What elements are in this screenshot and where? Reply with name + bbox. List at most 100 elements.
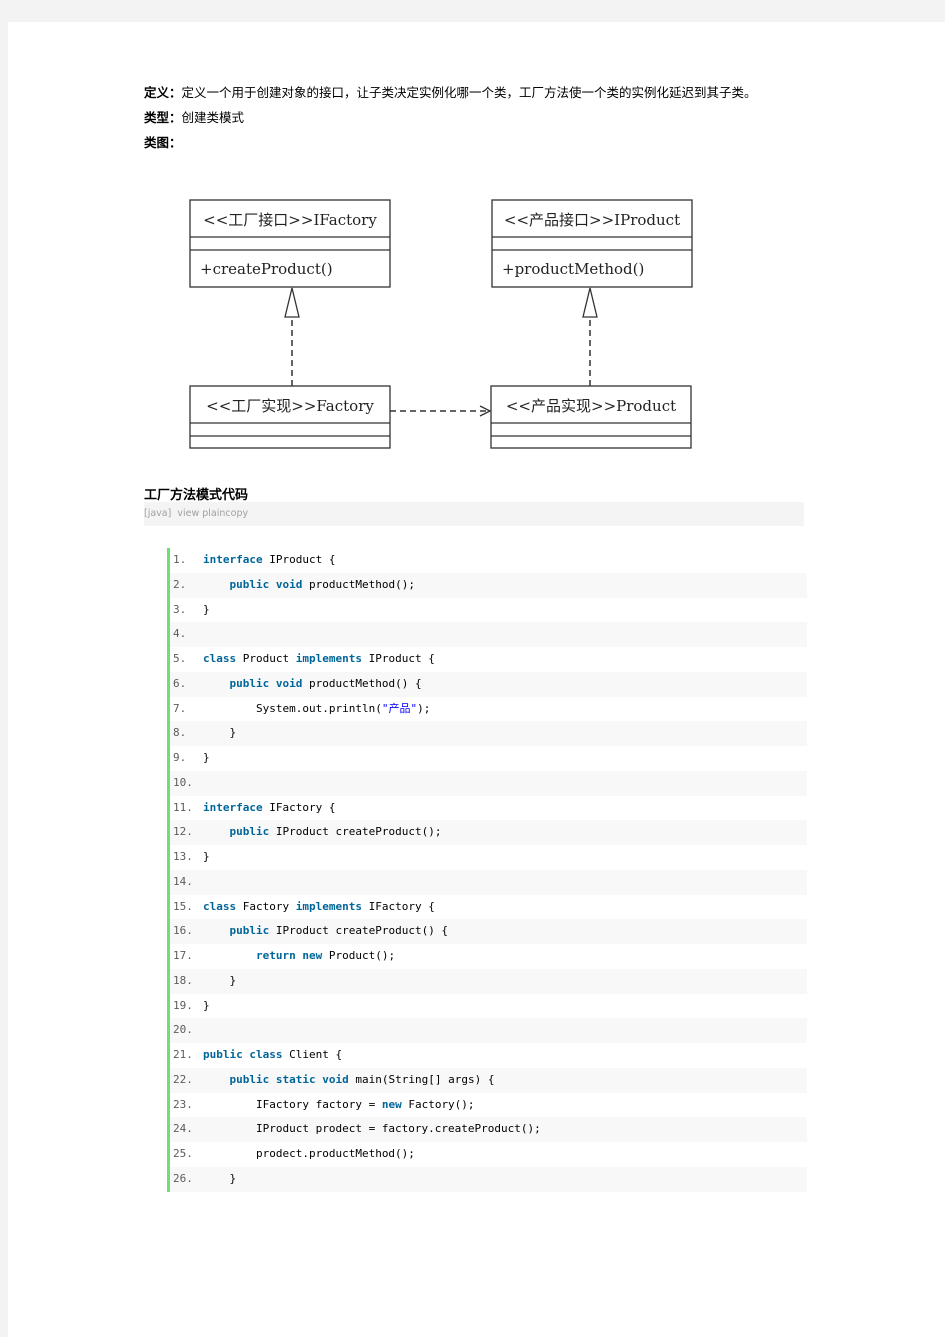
line-number: 1.	[173, 553, 187, 566]
line-number: 2.	[173, 577, 187, 591]
code-text: IFactory factory =	[255, 1097, 382, 1111]
code-keyword: static	[275, 1072, 316, 1086]
code-line: 25. prodect.productMethod();	[170, 1142, 807, 1167]
code-line: 7. System.out.println("产品");	[170, 697, 807, 722]
code-line: 20.	[170, 1018, 807, 1043]
code-line: 10.	[170, 770, 807, 796]
line-number: 26.	[173, 1171, 193, 1185]
code-text: Factory();	[401, 1097, 475, 1111]
code-line: 12. public IProduct createProduct();	[170, 820, 807, 845]
code-line: 23. IFactory factory = new Factory();	[170, 1093, 807, 1118]
line-number: 19.	[173, 998, 193, 1012]
class-title-factory: <<工厂实现>>Factory	[206, 397, 374, 415]
definition-label: 定义：	[144, 85, 182, 100]
code-keyword: implements	[295, 899, 362, 913]
code-text: IProduct {	[361, 652, 435, 665]
class-title-product: <<产品实现>>Product	[506, 397, 676, 415]
code-text: main(String[] args) {	[348, 1072, 495, 1086]
line-number: 8.	[173, 726, 187, 740]
line-number: 6.	[173, 676, 187, 690]
code-text: }	[203, 751, 210, 764]
code-keyword: void	[275, 577, 303, 591]
code-keyword: return	[255, 949, 296, 962]
line-number: 12.	[173, 825, 193, 839]
definition-paragraph: 定义：定义一个用于创建对象的接口，让子类决定实例化哪一个类，工厂方法使一个类的实…	[144, 84, 814, 109]
diagram-paragraph: 类图：	[144, 134, 814, 159]
code-toolbar: [java] view plaincopy	[144, 502, 804, 526]
code-text: }	[203, 850, 210, 863]
code-keyword: new	[381, 1097, 402, 1111]
code-keyword: public	[229, 676, 270, 690]
line-number: 13.	[173, 850, 193, 863]
copy-link[interactable]: copy	[225, 508, 248, 519]
code-keyword: interface	[203, 800, 263, 814]
line-number: 17.	[173, 949, 193, 962]
code-text: Product	[236, 652, 296, 665]
code-text: Client {	[282, 1048, 343, 1061]
code-keyword: public	[229, 924, 270, 938]
line-number: 5.	[173, 652, 187, 665]
code-keyword: public	[229, 577, 270, 591]
code-line: 19.}	[170, 994, 807, 1019]
uml-class-diagram: <<工厂接口>>IFactory +createProduct() <<产品接口…	[180, 175, 700, 460]
class-method-productmethod: +productMethod()	[502, 260, 644, 278]
class-title-iproduct: <<产品接口>>IProduct	[504, 211, 680, 229]
line-number: 25.	[173, 1147, 193, 1160]
intro-section: 定义：定义一个用于创建对象的接口，让子类决定实例化哪一个类，工厂方法使一个类的实…	[144, 84, 814, 159]
line-number: 20.	[173, 1023, 193, 1037]
code-text: IProduct {	[262, 553, 336, 566]
code-line: 13.}	[170, 845, 807, 870]
view-plain-link[interactable]: view plain	[177, 508, 225, 519]
line-number: 10.	[173, 775, 193, 789]
code-keyword: new	[302, 949, 323, 962]
code-text: Factory	[236, 899, 296, 913]
code-keyword: public	[229, 1072, 270, 1086]
code-text: Product();	[322, 949, 396, 962]
line-number: 22.	[173, 1072, 193, 1086]
line-number: 21.	[173, 1048, 193, 1061]
code-keyword: void	[275, 676, 303, 690]
line-number: 4.	[173, 627, 187, 641]
code-keyword: class	[203, 652, 237, 665]
code-text: );	[417, 701, 431, 715]
line-number: 3.	[173, 602, 187, 616]
type-paragraph: 类型：创建类模式	[144, 109, 814, 134]
code-text: IProduct createProduct();	[269, 825, 442, 839]
class-title-ifactory: <<工厂接口>>IFactory	[203, 211, 377, 229]
code-text: productMethod();	[302, 577, 415, 591]
code-text: IFactory {	[262, 800, 336, 814]
line-number: 18.	[173, 973, 193, 987]
uml-class-iproduct: <<产品接口>>IProduct +productMethod()	[491, 199, 693, 288]
uml-class-factory: <<工厂实现>>Factory	[189, 385, 391, 449]
code-line: 3.}	[170, 598, 807, 623]
code-line: 9.}	[170, 746, 807, 771]
code-string: "产品"	[381, 701, 418, 715]
code-text: }	[203, 998, 210, 1012]
code-line: 5. class Product implements IProduct {	[170, 647, 807, 672]
code-line: 1. interface IProduct {	[170, 548, 807, 573]
line-number: 24.	[173, 1122, 193, 1136]
code-line: 16. public IProduct createProduct() {	[170, 919, 807, 944]
code-text: IProduct prodect = factory.createProduct…	[255, 1122, 541, 1136]
code-keyword: class	[249, 1048, 283, 1061]
line-number: 15.	[173, 899, 193, 913]
code-line: 22. public static void main(String[] arg…	[170, 1067, 807, 1093]
code-line: 21. public class Client {	[170, 1043, 807, 1068]
code-line: 17. return new Product();	[170, 944, 807, 969]
code-line: 15. class Factory implements IFactory {	[170, 895, 807, 920]
type-text: 创建类模式	[181, 110, 245, 125]
code-keyword: public	[229, 825, 270, 839]
code-language-label: [java]	[144, 508, 172, 519]
code-text: prodect.productMethod();	[255, 1147, 415, 1160]
code-text: productMethod() {	[302, 676, 422, 690]
code-keyword: interface	[203, 553, 263, 566]
